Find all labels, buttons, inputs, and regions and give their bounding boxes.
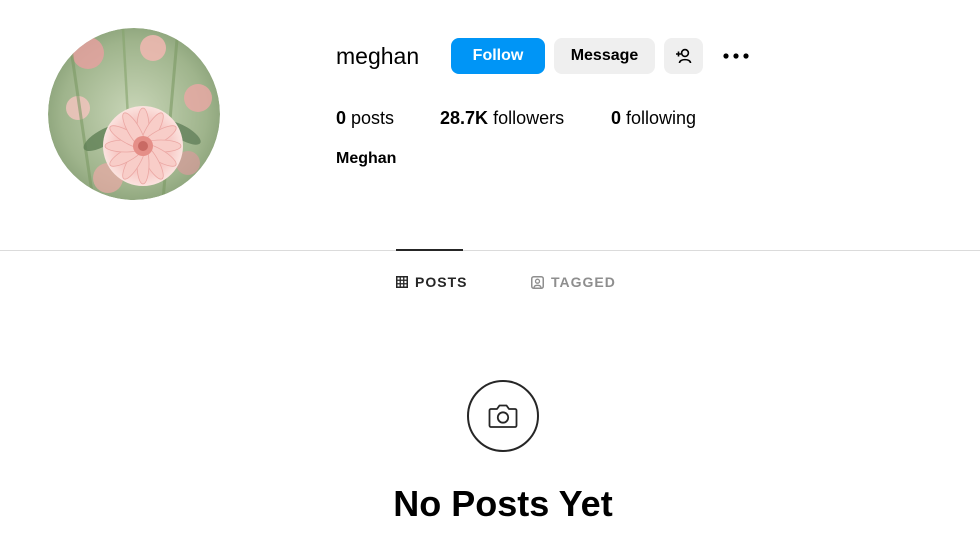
posts-count: 0	[336, 108, 347, 128]
username: meghan	[336, 43, 420, 69]
tab-posts-label: POSTS	[415, 274, 468, 290]
following-stat[interactable]: 0 following	[611, 107, 696, 129]
add-user-icon	[675, 48, 691, 64]
camera-icon	[488, 404, 518, 428]
posts-stat: 0 posts	[336, 107, 394, 129]
followers-stat[interactable]: 28.7K followers	[440, 107, 564, 129]
more-options-icon	[723, 53, 749, 59]
active-tab-indicator	[396, 249, 463, 251]
following-count: 0	[611, 108, 622, 128]
following-label: following	[626, 108, 697, 128]
followers-label: followers	[493, 108, 565, 128]
tab-tagged-label: TAGGED	[551, 274, 616, 290]
empty-state-title: No Posts Yet	[393, 483, 613, 524]
followers-count: 28.7K	[440, 108, 489, 128]
profile-page: meghan Follow Message 0 posts 28.7K foll…	[0, 0, 980, 560]
message-button[interactable]: Message	[554, 38, 655, 74]
divider	[0, 250, 980, 251]
empty-state-icon-circle	[467, 380, 539, 452]
add-user-button[interactable]	[664, 38, 703, 74]
tab-posts[interactable]: POSTS	[396, 272, 467, 292]
display-name: Meghan	[336, 150, 397, 167]
grid-icon	[396, 276, 408, 288]
tagged-icon	[531, 275, 544, 289]
profile-avatar[interactable]	[48, 28, 220, 200]
follow-button[interactable]: Follow	[451, 38, 545, 74]
more-options-button[interactable]	[720, 44, 752, 68]
posts-label: posts	[351, 108, 395, 128]
tab-tagged[interactable]: TAGGED	[531, 272, 616, 292]
